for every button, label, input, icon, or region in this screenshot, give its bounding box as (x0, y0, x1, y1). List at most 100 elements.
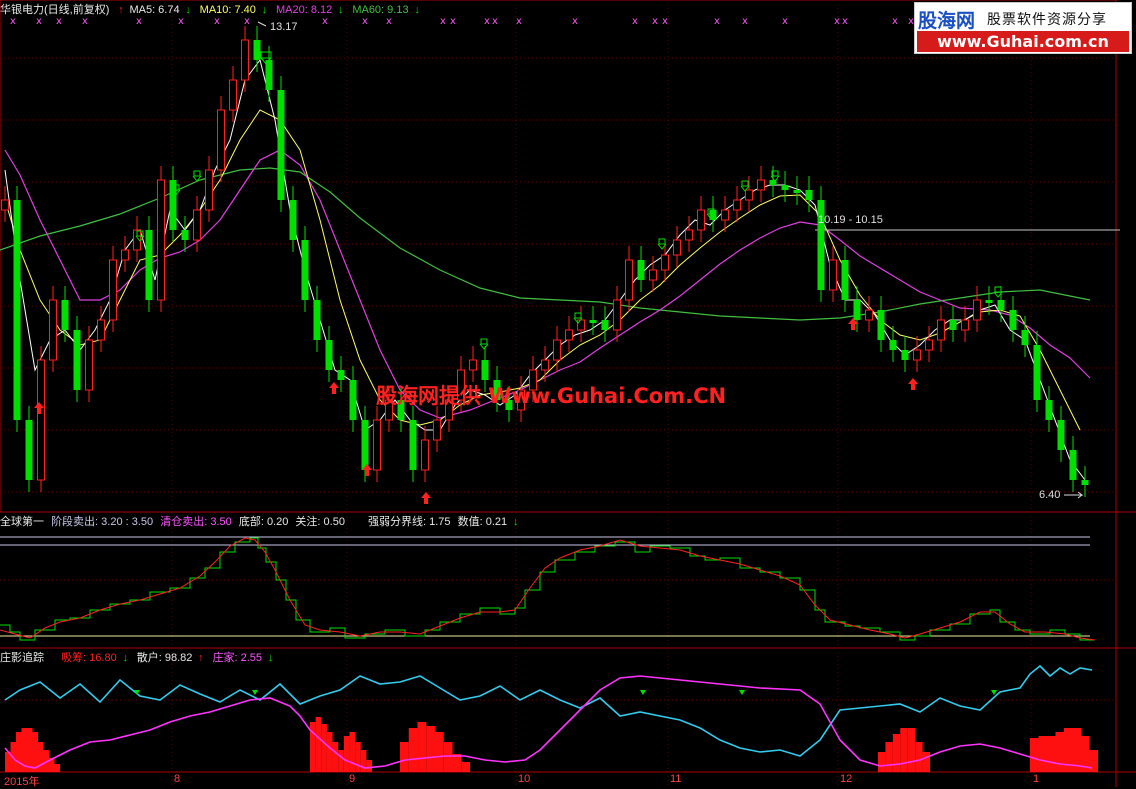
candle-body (469, 359, 477, 371)
candle-body (841, 260, 849, 300)
absorb-bar (349, 732, 356, 772)
absorb-bar (400, 742, 409, 772)
candle-body (589, 320, 597, 323)
candle-body (277, 90, 285, 200)
clear-sell-value: 清仓卖出: 3.50 (160, 516, 232, 528)
absorb-bar (922, 752, 930, 772)
ma10-value: MA10: 7.40 (199, 4, 256, 16)
retail-value: 散户: 98.82 (136, 652, 193, 664)
svg-text:x: x (714, 16, 720, 27)
candle-body (337, 370, 345, 380)
stage-sell-value: 阶段卖出: 3.20 : 3.50 (51, 516, 154, 528)
candle-body (157, 179, 165, 301)
candle-body (373, 419, 381, 471)
candle-body (289, 200, 297, 240)
candle-body (1045, 400, 1053, 420)
candle-body (997, 300, 1005, 310)
svg-text:x: x (742, 16, 748, 27)
ma5-line (4, 58, 1086, 481)
candle-body (421, 439, 429, 471)
absorb-bar (27, 728, 33, 772)
candle-body (13, 200, 21, 420)
absorb-bar (878, 752, 886, 772)
ma5-down-arrow-icon: ↓ (185, 4, 191, 16)
candle-body (409, 420, 417, 470)
svg-text:x: x (440, 16, 446, 27)
high-pointer (257, 21, 267, 27)
ma20-value: MA20: 8.12 (275, 4, 333, 16)
candle-body (1081, 480, 1089, 485)
candle-body (325, 340, 333, 370)
ma20-down-arrow-icon: ↓ (338, 4, 344, 16)
logo-tagline: 股票软件资源分享 (987, 12, 1107, 28)
svg-text:x: x (782, 16, 788, 27)
candle-body (937, 319, 945, 341)
svg-text:x: x (834, 16, 840, 27)
candle-body (109, 259, 117, 321)
dealer-signal-marks (134, 690, 997, 695)
candle-body (1, 199, 9, 211)
candle-body (1021, 330, 1029, 345)
svg-text:x: x (492, 16, 498, 27)
candle-body (829, 259, 837, 291)
indicator1-green-step (0, 537, 1095, 641)
dealer-value: 庄家: 2.55 (212, 652, 262, 664)
absorb-bar (1089, 750, 1098, 772)
high-price-label: 13.17 (270, 21, 298, 33)
absorb-bar (915, 742, 923, 772)
candle-body (253, 40, 261, 60)
candle-body (541, 359, 549, 371)
absorb-bar (426, 726, 435, 772)
dealer-down-arrow-icon: ↓ (267, 652, 274, 664)
candle-body (913, 349, 921, 361)
value-down-arrow-icon: ↓ (512, 516, 519, 528)
absorb-bar (1047, 736, 1056, 772)
candle-body (301, 240, 309, 300)
indicator1-name[interactable]: 全球第一 (0, 516, 44, 528)
logo-url: www.Guhai.com.cn (917, 31, 1129, 52)
svg-text:x: x (572, 16, 578, 27)
candle-body (757, 179, 765, 191)
candle-body (265, 60, 273, 90)
candle-body (193, 209, 201, 241)
svg-text:x: x (892, 16, 898, 27)
absorb-bar (343, 736, 350, 772)
candle-body (601, 320, 609, 330)
site-logo: 股海网 股票软件资源分享 www.Guhai.com.cn (914, 2, 1132, 54)
indicator2-name[interactable]: 庄影追踪 (0, 652, 44, 664)
ma60-down-arrow-icon: ↓ (414, 4, 420, 16)
absorb-value: 吸筹: 16.80 (61, 652, 117, 664)
axis-label-dec: 12 (840, 773, 853, 785)
logo-name: 股海网 (918, 10, 976, 32)
candle-body (805, 190, 813, 200)
candle-body (1057, 420, 1065, 450)
svg-text:x: x (484, 16, 490, 27)
absorb-bar (1055, 732, 1064, 772)
low-pointer (1064, 491, 1084, 499)
candle-body (433, 419, 441, 441)
svg-text:x: x (652, 16, 658, 27)
absorb-bar (338, 750, 344, 772)
candle-body (313, 300, 321, 340)
indicator2-header: 庄影追踪 吸筹: 16.80 ↓ 散户: 98.82 ↑ 庄家: 2.55 ↓ (0, 650, 279, 666)
axis-label-jan: 1 (1033, 773, 1040, 785)
candle-body (697, 209, 705, 231)
candle-body (901, 350, 909, 360)
absorb-bar (907, 728, 916, 772)
absorb-bar (1030, 738, 1039, 772)
absorb-bar (408, 728, 418, 772)
ma20-line (4, 149, 1091, 419)
stock-name[interactable]: 华银电力(日线,前复权) (0, 4, 109, 16)
candle-body (61, 300, 69, 330)
candle-body (661, 254, 669, 271)
range-label: 10.19 - 10.15 (818, 214, 883, 226)
absorb-bar (332, 742, 339, 772)
absorb-bar (321, 724, 327, 772)
candle-body (145, 230, 153, 300)
svg-text:x: x (632, 16, 638, 27)
absorb-bars (5, 717, 1098, 772)
absorb-down-arrow-icon: ↓ (122, 652, 128, 664)
svg-text:x: x (662, 16, 668, 27)
indicator1-number-value: 数值: 0.21 (457, 516, 508, 528)
svg-text:x: x (842, 16, 848, 27)
